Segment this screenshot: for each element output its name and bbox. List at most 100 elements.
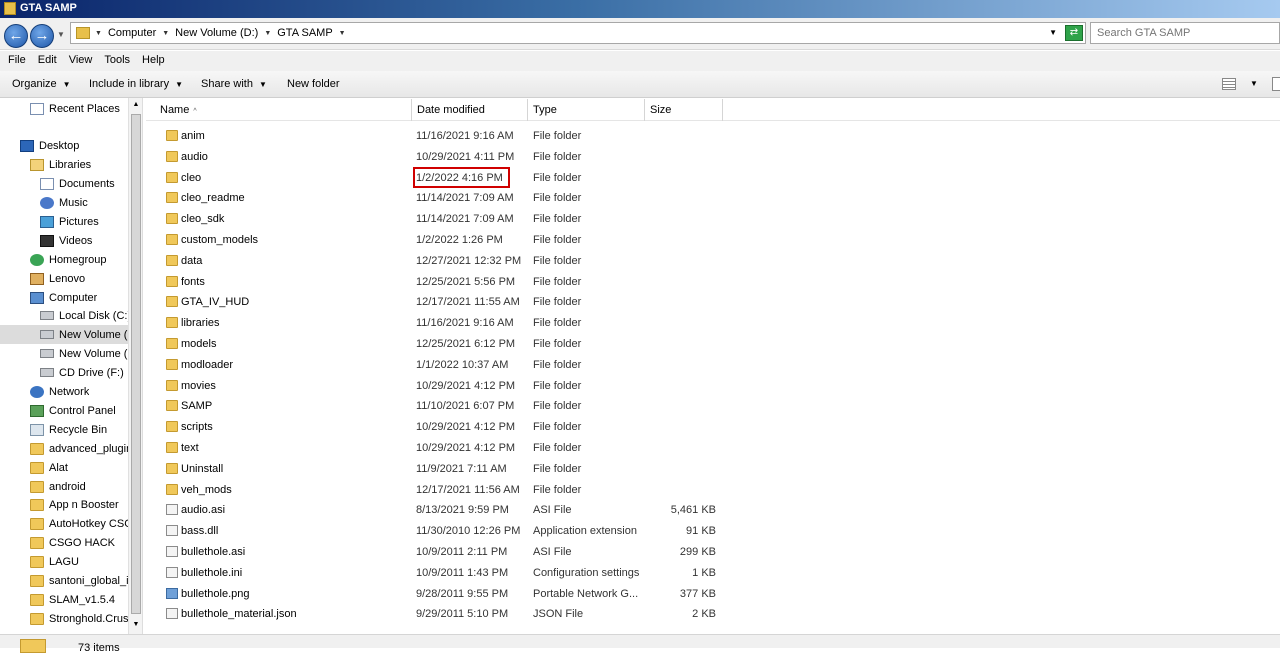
column-header-date-modified[interactable]: Date modified <box>412 99 528 121</box>
change-view-icon[interactable] <box>1222 78 1236 90</box>
chevron-up-icon[interactable]: ▲ <box>129 98 142 112</box>
nav-local-disk-c[interactable]: Local Disk (C:) <box>40 306 131 325</box>
file-row[interactable]: audio.asi 8/13/2021 9:59 PM ASI File 5,461 … <box>146 500 724 520</box>
nav-folder[interactable]: Stronghold.Crus <box>30 609 129 628</box>
menu-tools[interactable]: Tools <box>98 51 136 71</box>
menu-view[interactable]: View <box>63 51 99 71</box>
include-in-library-button[interactable]: Include in library ▼ <box>89 78 183 90</box>
nav-control-panel[interactable]: Control Panel <box>30 401 116 420</box>
file-row[interactable]: movies 10/29/2021 4:12 PM File folder <box>146 376 724 396</box>
chevron-down-icon[interactable]: ▼ <box>259 80 267 89</box>
nav-folder[interactable]: App n Booster <box>30 495 119 514</box>
file-row[interactable]: models 12/25/2021 6:12 PM File folder <box>146 334 724 354</box>
file-row[interactable]: anim 11/16/2021 9:16 AM File folder <box>146 126 724 146</box>
nav-new-volume-d[interactable]: New Volume (D:) <box>0 325 128 344</box>
nav-videos[interactable]: Videos <box>40 231 92 250</box>
nav-new-volume-e[interactable]: New Volume (E:) <box>40 344 142 363</box>
file-type: File folder <box>533 442 582 454</box>
nav-recent-places[interactable]: Recent Places <box>30 99 120 118</box>
chevron-right-icon[interactable]: ▼ <box>162 30 169 37</box>
search-input[interactable] <box>1091 23 1279 43</box>
column-header-name[interactable]: Name ^ <box>146 99 412 121</box>
nav-folder[interactable]: advanced_plugin <box>30 439 132 458</box>
folder-icon <box>166 421 178 432</box>
file-size: 377 KB <box>679 588 716 600</box>
file-row[interactable]: bass.dll 11/30/2010 12:26 PM Application e… <box>146 521 724 541</box>
preview-pane-icon[interactable] <box>1272 77 1280 91</box>
nav-cd-drive-f[interactable]: CD Drive (F:) <box>40 363 124 382</box>
nav-folder[interactable]: SLAM_v1.5.4 <box>30 590 115 609</box>
chevron-down-icon[interactable]: ▼ <box>175 80 183 89</box>
file-row[interactable]: SAMP 11/10/2021 6:07 PM File folder <box>146 396 724 416</box>
new-folder-button[interactable]: New folder <box>287 78 340 90</box>
scrollbar-thumb[interactable] <box>131 114 141 614</box>
file-row[interactable]: bullethole_material.json 9/29/2011 5:10 P… <box>146 604 724 624</box>
nav-folder[interactable]: Alat <box>30 458 68 477</box>
file-type: File folder <box>533 338 582 350</box>
folder-icon <box>166 234 178 245</box>
nav-lenovo[interactable]: Lenovo <box>30 269 85 288</box>
file-row[interactable]: data 12/27/2021 12:32 PM File folder <box>146 251 724 271</box>
chevron-down-icon[interactable]: ▼ <box>63 80 71 89</box>
menu-edit[interactable]: Edit <box>32 51 63 71</box>
file-icon <box>166 504 178 515</box>
nav-documents[interactable]: Documents <box>40 174 115 193</box>
chevron-down-icon[interactable]: ▼ <box>339 30 346 37</box>
file-row[interactable]: cleo_readme 11/14/2021 7:09 AM File folder <box>146 188 724 208</box>
search-box[interactable] <box>1090 22 1280 44</box>
menu-file[interactable]: File <box>2 51 32 71</box>
nav-folder[interactable]: LAGU <box>30 552 79 571</box>
file-row[interactable]: Uninstall 11/9/2021 7:11 AM File folder <box>146 459 724 479</box>
file-row[interactable]: GTA_IV_HUD 12/17/2021 11:55 AM File folder <box>146 292 724 312</box>
address-bar[interactable]: ▼ Computer ▼ New Volume (D:) ▼ GTA SAMP ▼ ▼ … <box>70 22 1086 44</box>
file-row[interactable]: text 10/29/2021 4:12 PM File folder <box>146 438 724 458</box>
file-row[interactable]: custom_models 1/2/2022 1:26 PM File folder <box>146 230 724 250</box>
nav-network[interactable]: Network <box>30 382 89 401</box>
file-name: audio <box>181 151 208 163</box>
file-row[interactable]: cleo_sdk 11/14/2021 7:09 AM File folder <box>146 209 724 229</box>
column-header-size[interactable]: Size <box>645 99 723 121</box>
file-row[interactable]: bullethole.ini 10/9/2011 1:43 PM Configura… <box>146 563 724 583</box>
file-row[interactable]: bullethole.asi 10/9/2011 2:11 PM ASI File 2… <box>146 542 724 562</box>
file-date-modified: 12/25/2021 6:12 PM <box>416 338 516 350</box>
nav-folder[interactable]: AutoHotkey CSGO <box>30 514 141 533</box>
chevron-right-icon[interactable]: ▼ <box>95 30 102 37</box>
file-row[interactable]: libraries 11/16/2021 9:16 AM File folder <box>146 313 724 333</box>
chevron-right-icon[interactable]: ▼ <box>264 30 271 37</box>
share-with-button[interactable]: Share with ▼ <box>201 78 267 90</box>
back-button[interactable]: ← <box>4 24 28 48</box>
organize-button[interactable]: Organize ▼ <box>12 78 71 90</box>
breadcrumb-item[interactable]: ▼ GTA SAMP ▼ <box>264 27 345 39</box>
nav-music[interactable]: Music <box>40 193 88 212</box>
file-row[interactable]: bullethole.png 9/28/2011 9:55 PM Portable … <box>146 584 724 604</box>
file-row[interactable]: scripts 10/29/2021 4:12 PM File folder <box>146 417 724 437</box>
breadcrumb-item[interactable]: ▼ Computer <box>95 27 156 39</box>
nav-folder[interactable]: CSGO HACK <box>30 533 115 552</box>
file-row[interactable]: cleo 1/2/2022 4:16 PM File folder <box>146 167 724 188</box>
navigation-scrollbar[interactable]: ▲ ▼ <box>128 98 142 634</box>
nav-computer[interactable]: Computer <box>30 288 97 307</box>
nav-desktop[interactable]: Desktop <box>20 136 79 155</box>
file-row[interactable]: fonts 12/25/2021 5:56 PM File folder <box>146 272 724 292</box>
column-header-type[interactable]: Type <box>528 99 645 121</box>
breadcrumb-item[interactable]: ▼ New Volume (D:) <box>162 27 258 39</box>
nav-pictures[interactable]: Pictures <box>40 212 99 231</box>
address-history-dropdown[interactable]: ▼ <box>1049 28 1057 37</box>
view-options-dropdown[interactable]: ▼ <box>1250 79 1258 88</box>
file-row[interactable]: modloader 1/1/2022 10:37 AM File folder <box>146 355 724 375</box>
file-type: File folder <box>533 130 582 142</box>
chevron-down-icon[interactable]: ▼ <box>129 618 142 632</box>
forward-button[interactable]: → <box>30 24 54 48</box>
status-bar: 73 items <box>0 634 1280 654</box>
nav-homegroup[interactable]: Homegroup <box>30 250 106 269</box>
nav-libraries[interactable]: Libraries <box>30 155 91 174</box>
file-row[interactable]: veh_mods 12/17/2021 11:56 AM File folder <box>146 480 724 500</box>
recent-pages-dropdown[interactable]: ▼ <box>57 30 65 39</box>
file-row[interactable]: audio 10/29/2021 4:11 PM File folder <box>146 147 724 167</box>
nav-folder[interactable]: santoni_global_i <box>30 571 129 590</box>
refresh-button[interactable]: ⇄ <box>1065 25 1083 41</box>
nav-recycle-bin[interactable]: Recycle Bin <box>30 420 107 439</box>
menu-help[interactable]: Help <box>136 51 171 71</box>
nav-folder[interactable]: android <box>30 477 86 496</box>
file-type: File folder <box>533 255 582 267</box>
